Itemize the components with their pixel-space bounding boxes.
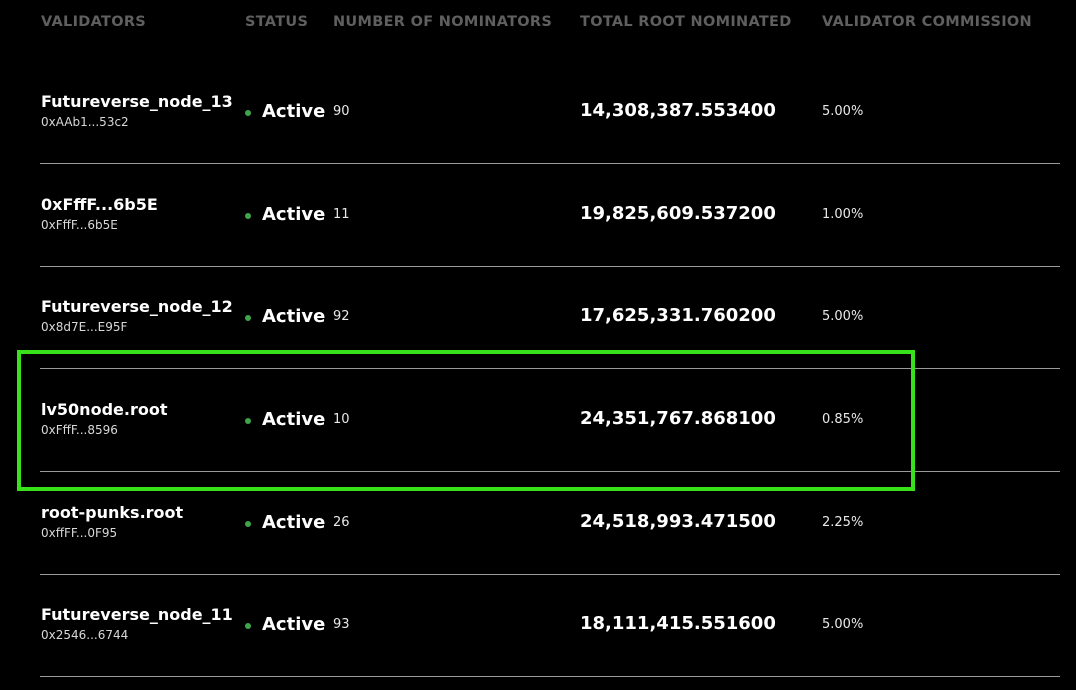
nominator-count: 11 — [333, 207, 350, 222]
total-root-nominated: 24,518,993.471500 — [580, 511, 776, 532]
total-root-nominated: 18,111,415.551600 — [580, 613, 776, 634]
table-header: VALIDATORS STATUS NUMBER OF NOMINATORS T… — [0, 0, 1076, 48]
validator-name: Futureverse_node_13 — [41, 92, 233, 111]
validator-address: 0x2546...6744 — [41, 628, 129, 642]
row-divider — [40, 676, 1060, 677]
active-dot-icon — [245, 213, 251, 219]
validator-name: 0xFffF...6b5E — [41, 195, 158, 214]
status-cell: Active — [245, 305, 325, 327]
validator-commission: 2.25% — [822, 515, 864, 530]
nominator-count: 92 — [333, 309, 350, 324]
nominator-count: 93 — [333, 617, 350, 632]
validator-name: root-punks.root — [41, 503, 184, 522]
table-row[interactable]: Futureverse_node_12 0x8d7E...E95F Active… — [0, 267, 1060, 369]
validator-commission: 0.85% — [822, 412, 864, 427]
header-status: STATUS — [245, 14, 309, 30]
status-label: Active — [262, 203, 326, 225]
active-dot-icon — [245, 521, 251, 527]
active-dot-icon — [245, 315, 251, 321]
header-validator-commission: VALIDATOR COMMISSION — [822, 14, 1032, 30]
validator-commission: 5.00% — [822, 617, 864, 632]
active-dot-icon — [245, 110, 251, 116]
validator-name: lv50node.root — [41, 400, 168, 419]
total-root-nominated: 14,308,387.553400 — [580, 100, 776, 121]
nominator-count: 26 — [333, 515, 350, 530]
total-root-nominated: 24,351,767.868100 — [580, 408, 776, 429]
validator-address: 0x8d7E...E95F — [41, 320, 128, 334]
validator-address: 0xAAb1...53c2 — [41, 115, 129, 129]
status-cell: Active — [245, 203, 325, 225]
header-total-root-nominated: TOTAL ROOT NOMINATED — [580, 14, 792, 30]
nominator-count: 10 — [333, 412, 350, 427]
row-divider — [40, 368, 1060, 369]
status-cell: Active — [245, 408, 325, 430]
row-divider — [40, 471, 1060, 472]
status-label: Active — [262, 100, 326, 122]
active-dot-icon — [245, 418, 251, 424]
validator-name: Futureverse_node_12 — [41, 297, 233, 316]
status-cell: Active — [245, 100, 325, 122]
table-row[interactable]: Futureverse_node_11 0x2546...6744 Active… — [0, 575, 1060, 677]
status-label: Active — [262, 511, 326, 533]
validator-address: 0xFffF...6b5E — [41, 218, 118, 232]
validator-commission: 5.00% — [822, 104, 864, 119]
table-row[interactable]: 0xFffF...6b5E 0xFffF...6b5E Active 11 19… — [0, 165, 1060, 267]
table-row[interactable]: lv50node.root 0xFffF...8596 Active 10 24… — [0, 370, 1060, 472]
total-root-nominated: 17,625,331.760200 — [580, 305, 776, 326]
validator-name: Futureverse_node_11 — [41, 605, 233, 624]
validator-address: 0xFffF...8596 — [41, 423, 118, 437]
status-label: Active — [262, 305, 326, 327]
validator-commission: 1.00% — [822, 207, 864, 222]
validator-address: 0xffFF...0F95 — [41, 526, 118, 540]
total-root-nominated: 19,825,609.537200 — [580, 203, 776, 224]
row-divider — [40, 163, 1060, 164]
table-row[interactable]: Futureverse_node_13 0xAAb1...53c2 Active… — [0, 62, 1060, 164]
table-row[interactable]: root-punks.root 0xffFF...0F95 Active 26 … — [0, 473, 1060, 575]
header-number-of-nominators: NUMBER OF NOMINATORS — [333, 14, 553, 30]
status-cell: Active — [245, 613, 325, 635]
header-validators: VALIDATORS — [41, 14, 147, 30]
status-label: Active — [262, 408, 326, 430]
validator-commission: 5.00% — [822, 309, 864, 324]
status-cell: Active — [245, 511, 325, 533]
nominator-count: 90 — [333, 104, 350, 119]
active-dot-icon — [245, 623, 251, 629]
status-label: Active — [262, 613, 326, 635]
